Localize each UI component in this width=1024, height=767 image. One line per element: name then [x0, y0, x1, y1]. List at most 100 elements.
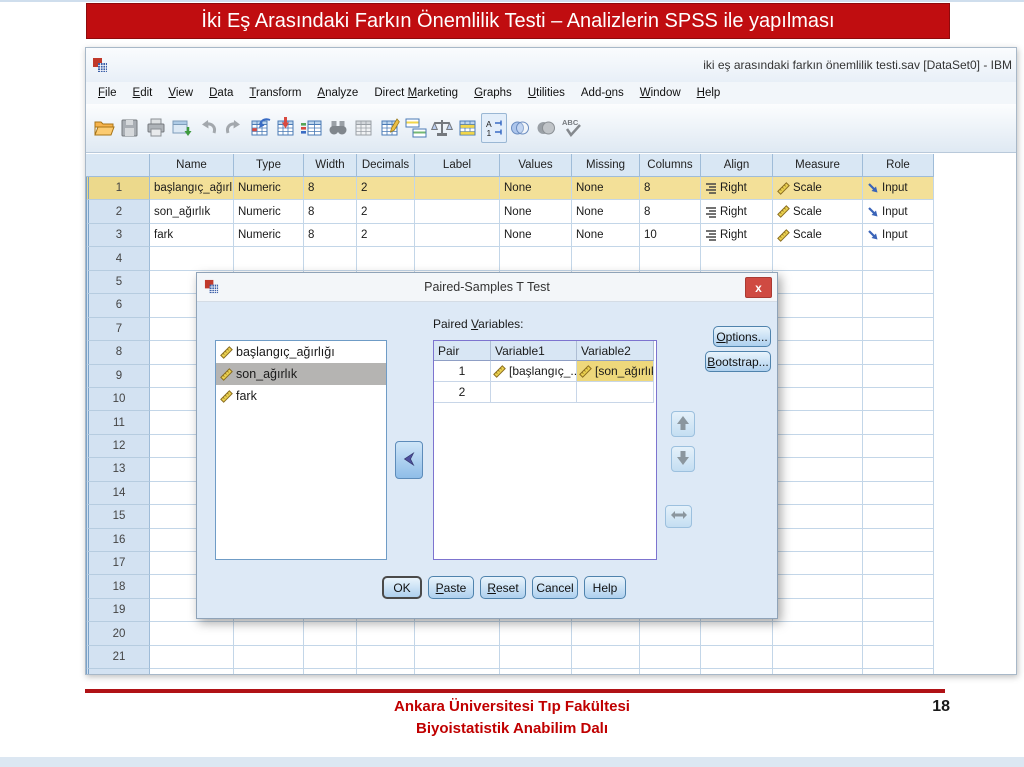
- cell-values[interactable]: [500, 669, 572, 674]
- cell-label[interactable]: [415, 622, 500, 646]
- goto-case-icon[interactable]: [247, 113, 273, 143]
- cell-name[interactable]: başlangıç_ağırlığı: [150, 177, 234, 201]
- column-header-label[interactable]: Label: [415, 154, 500, 177]
- cell-values[interactable]: None: [500, 223, 572, 248]
- cell-align[interactable]: Right: [701, 177, 773, 201]
- cell-role[interactable]: [863, 294, 934, 318]
- column-header-role[interactable]: Role: [863, 154, 934, 177]
- cell-decimals[interactable]: [357, 669, 415, 674]
- cell-name[interactable]: son_ağırlık: [150, 200, 234, 224]
- cell-measure[interactable]: [773, 622, 863, 646]
- cell-measure[interactable]: [773, 341, 863, 365]
- cell-name[interactable]: [150, 669, 234, 674]
- cell-align[interactable]: [701, 645, 773, 670]
- row-number[interactable]: 13: [86, 458, 150, 482]
- row-number[interactable]: 2: [86, 200, 150, 224]
- pair-number[interactable]: 2: [434, 382, 491, 403]
- cell-label[interactable]: [415, 177, 500, 201]
- cell-columns[interactable]: 8: [640, 177, 701, 201]
- cell-align[interactable]: Right: [701, 200, 773, 224]
- cell-type[interactable]: [234, 247, 304, 271]
- spell-check-icon[interactable]: ABC: [559, 113, 585, 143]
- cell-width[interactable]: [304, 247, 357, 271]
- move-down-button[interactable]: [671, 446, 695, 472]
- cell-name[interactable]: [150, 645, 234, 670]
- cell-measure[interactable]: [773, 247, 863, 271]
- cell-type[interactable]: Numeric: [234, 200, 304, 224]
- cell-values[interactable]: [500, 247, 572, 271]
- cell-name[interactable]: [150, 622, 234, 646]
- cell-align[interactable]: [701, 622, 773, 646]
- column-header-decimals[interactable]: Decimals: [357, 154, 415, 177]
- pair-variable2-cell[interactable]: [son_ağırlık]: [577, 361, 654, 382]
- paste-button[interactable]: Paste: [428, 576, 474, 599]
- cell-align[interactable]: [701, 247, 773, 271]
- cell-columns[interactable]: [640, 247, 701, 271]
- row-number[interactable]: 10: [86, 387, 150, 412]
- cell-missing[interactable]: [572, 669, 640, 674]
- split-file-icon[interactable]: [403, 113, 429, 143]
- menu-item-edit[interactable]: Edit: [125, 85, 161, 101]
- bootstrap-button[interactable]: Bootstrap...: [705, 351, 771, 372]
- cell-align[interactable]: Right: [701, 223, 773, 248]
- row-number[interactable]: 11: [86, 411, 150, 435]
- menu-item-help[interactable]: Help: [689, 85, 729, 101]
- cell-name[interactable]: fark: [150, 223, 234, 248]
- cell-missing[interactable]: None: [572, 223, 640, 248]
- row-number[interactable]: 6: [86, 294, 150, 318]
- redo-icon[interactable]: [221, 113, 247, 143]
- menu-item-direct-marketing[interactable]: Direct Marketing: [366, 85, 466, 101]
- column-header-columns[interactable]: Columns: [640, 154, 701, 177]
- row-number[interactable]: 18: [86, 575, 150, 599]
- menu-item-window[interactable]: Window: [632, 85, 689, 101]
- row-number[interactable]: 15: [86, 505, 150, 529]
- reset-button[interactable]: Reset: [480, 576, 526, 599]
- cell-measure[interactable]: [773, 552, 863, 576]
- value-labels-icon[interactable]: A1: [481, 113, 507, 143]
- open-data-icon[interactable]: [91, 113, 117, 143]
- cell-measure[interactable]: [773, 317, 863, 342]
- swap-pair-button[interactable]: [665, 505, 692, 528]
- cell-measure[interactable]: [773, 528, 863, 552]
- column-header-measure[interactable]: Measure: [773, 154, 863, 177]
- cell-role[interactable]: [863, 387, 934, 412]
- ok-button[interactable]: OK: [382, 576, 422, 599]
- pair-number[interactable]: 1: [434, 361, 491, 382]
- cell-width[interactable]: [304, 622, 357, 646]
- cell-measure[interactable]: [773, 294, 863, 318]
- cell-width[interactable]: [304, 669, 357, 674]
- cell-measure[interactable]: [773, 598, 863, 623]
- menu-item-graphs[interactable]: Graphs: [466, 85, 520, 101]
- column-header-align[interactable]: Align: [701, 154, 773, 177]
- row-number[interactable]: 8: [86, 341, 150, 365]
- cell-missing[interactable]: None: [572, 177, 640, 201]
- pair-variable1-cell[interactable]: [başlangıç_...: [491, 361, 577, 382]
- row-number[interactable]: 9: [86, 364, 150, 388]
- cell-label[interactable]: [415, 247, 500, 271]
- cell-width[interactable]: 8: [304, 223, 357, 248]
- cell-role[interactable]: [863, 481, 934, 506]
- cell-measure[interactable]: [773, 270, 863, 295]
- cell-label[interactable]: [415, 200, 500, 224]
- cell-columns[interactable]: 8: [640, 200, 701, 224]
- cell-role[interactable]: [863, 598, 934, 623]
- cell-columns[interactable]: [640, 622, 701, 646]
- transfer-variable-button[interactable]: [395, 441, 423, 479]
- row-number[interactable]: [86, 669, 150, 674]
- cell-measure[interactable]: [773, 669, 863, 674]
- pair-variable2-cell[interactable]: [577, 382, 654, 403]
- cancel-button[interactable]: Cancel: [532, 576, 578, 599]
- cell-decimals[interactable]: 2: [357, 223, 415, 248]
- cell-measure[interactable]: Scale: [773, 200, 863, 224]
- column-header-missing[interactable]: Missing: [572, 154, 640, 177]
- cell-role[interactable]: [863, 247, 934, 271]
- grid-corner-header[interactable]: [86, 154, 150, 177]
- cell-type[interactable]: [234, 669, 304, 674]
- cell-decimals[interactable]: [357, 247, 415, 271]
- insert-cases-icon[interactable]: [351, 113, 377, 143]
- undo-icon[interactable]: [195, 113, 221, 143]
- menu-item-utilities[interactable]: Utilities: [520, 85, 573, 101]
- row-number[interactable]: 16: [86, 528, 150, 552]
- menu-item-file[interactable]: File: [90, 85, 125, 101]
- cell-role[interactable]: [863, 458, 934, 482]
